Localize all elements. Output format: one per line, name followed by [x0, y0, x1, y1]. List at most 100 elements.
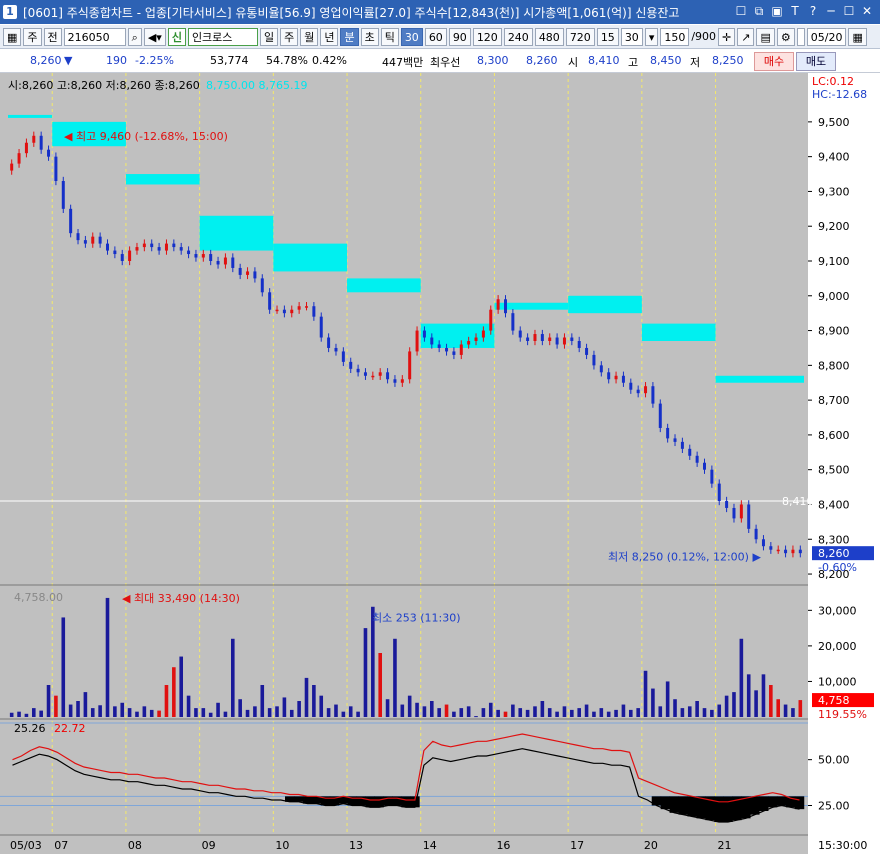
quote-bar: 8,260 ▼ 190 -2.25% 53,774 54.78% 0.42% 4… — [0, 50, 880, 73]
period-tick[interactable]: 틱 — [380, 27, 399, 46]
search-icon[interactable]: ⌕ — [127, 27, 142, 46]
candle-body — [570, 337, 574, 341]
candle-body — [644, 386, 648, 394]
period-year[interactable]: 년 — [320, 27, 339, 46]
maximize-icon[interactable]: ☐ — [842, 3, 856, 19]
x-axis-label: 05/03 — [10, 839, 42, 852]
volume-tick-label: 10,000 — [818, 675, 857, 688]
crosshair-icon[interactable]: ✛ — [718, 27, 736, 46]
indicator-select[interactable]: 인크로스 — [187, 27, 258, 46]
candle-body — [128, 250, 132, 261]
save-icon[interactable]: ▤ — [756, 27, 775, 46]
period-minute[interactable]: 분 — [340, 27, 359, 46]
close-icon[interactable]: ✕ — [860, 3, 874, 19]
volume-bar — [606, 711, 611, 717]
price-tick-label: 8,800 — [818, 359, 850, 372]
candle-body — [17, 153, 21, 164]
price-tick-label: 8,900 — [818, 325, 850, 338]
restore-copy-icon[interactable]: ⧉ — [752, 3, 766, 19]
bid-price: 8,260 — [526, 54, 558, 67]
candle-body — [496, 299, 500, 310]
period-month[interactable]: 월 — [300, 27, 319, 46]
price-tick-label: 9,500 — [818, 116, 850, 129]
x-axis-label: 16 — [496, 839, 510, 852]
volume-bar — [385, 699, 390, 717]
x-axis-label: 07 — [54, 839, 68, 852]
volume-bar — [584, 704, 589, 717]
volume-ratio: 54.78% — [266, 54, 308, 67]
ask-price: 8,300 — [477, 54, 509, 67]
candle-body — [268, 292, 272, 310]
last-price-label: 8,260 — [818, 547, 850, 560]
minute-480[interactable]: 480 — [534, 27, 564, 46]
price-change: 190 — [106, 54, 127, 67]
volume-bar — [186, 695, 191, 717]
minute-60[interactable]: 60 — [424, 27, 447, 46]
draw-tool-icon[interactable]: ↗ — [737, 27, 755, 46]
x-axis-label: 13 — [349, 839, 363, 852]
volume-bar — [113, 706, 117, 717]
max-price-annotation: ◀ 최고 9,460 (-12.68%, 15:00) — [64, 130, 228, 143]
volume-bar — [348, 706, 353, 717]
period-week[interactable]: 주 — [280, 27, 299, 46]
prev-button[interactable]: 전 — [43, 27, 62, 46]
volume-bar — [547, 708, 552, 717]
stock-code-input[interactable]: 216050 — [63, 27, 126, 46]
layout-icon[interactable]: ▣ — [770, 3, 784, 19]
candle-body — [629, 382, 633, 390]
candle-body — [275, 309, 279, 312]
minute-15[interactable]: 15 — [596, 27, 619, 46]
minimize-icon[interactable]: ─ — [824, 3, 838, 19]
stock-chart[interactable]: ◀ 최고 9,460 (-12.68%, 15:00) 최저 8,250 (0.1… — [0, 73, 880, 854]
minute-120[interactable]: 120 — [472, 27, 502, 46]
calendar-icon[interactable]: ▦ — [848, 27, 867, 46]
volume-bar — [614, 709, 618, 717]
candle-body — [761, 539, 765, 547]
minute-30[interactable]: 30 — [400, 27, 423, 46]
volume-bar — [680, 708, 685, 717]
volume-bar — [459, 708, 464, 717]
sell-button[interactable]: 매도 — [796, 52, 836, 71]
grid-menu-icon[interactable]: ▦ — [3, 27, 22, 46]
date-input[interactable]: 05/20 — [806, 27, 847, 46]
price-tick-label: 8,700 — [818, 394, 850, 407]
candle-body — [400, 379, 404, 383]
volume-bar — [223, 711, 228, 717]
period-select[interactable]: 주 — [23, 27, 42, 46]
candle-body — [798, 549, 802, 554]
candle-body — [356, 368, 360, 373]
volume-bar — [230, 638, 235, 717]
buy-button[interactable]: 매수 — [754, 52, 794, 71]
candle-body — [666, 427, 670, 439]
period-second[interactable]: 초 — [360, 27, 379, 46]
price-tick-label: 8,300 — [818, 533, 850, 546]
text-icon[interactable]: T — [788, 3, 802, 19]
volume-bar — [429, 701, 434, 717]
candle-body — [636, 389, 640, 394]
sound-icon[interactable]: ◀▾ — [143, 27, 166, 46]
gear-icon[interactable]: ⚙ — [776, 27, 795, 46]
link-icon[interactable]: ☐ — [734, 3, 748, 19]
last-change-label: -0.60% — [818, 561, 857, 574]
checkbox[interactable] — [796, 27, 805, 46]
count-input[interactable]: 150 — [660, 27, 690, 46]
candle-body — [710, 469, 714, 484]
candle-body — [651, 386, 655, 404]
minute-720[interactable]: 720 — [565, 27, 595, 46]
candle-body — [599, 365, 603, 373]
candle-body — [607, 372, 611, 380]
minute-240[interactable]: 240 — [503, 27, 533, 46]
interval-input[interactable]: 30 — [620, 27, 643, 46]
volume-bar — [238, 699, 242, 717]
minute-90[interactable]: 90 — [448, 27, 471, 46]
candle-body — [150, 243, 154, 248]
candle-body — [474, 337, 478, 341]
period-day[interactable]: 일 — [259, 27, 279, 46]
help-icon[interactable]: ? — [806, 3, 820, 19]
chevron-down-icon[interactable]: ▾ — [644, 27, 659, 46]
candle-body — [680, 441, 684, 449]
window-title-bar: 1 [0601] 주식종합차트 - 업종[기타서비스] 유통비율[56.9] 영… — [0, 0, 880, 24]
volume-bar — [363, 628, 368, 717]
candle-body — [231, 257, 235, 268]
candle-body — [120, 254, 124, 261]
